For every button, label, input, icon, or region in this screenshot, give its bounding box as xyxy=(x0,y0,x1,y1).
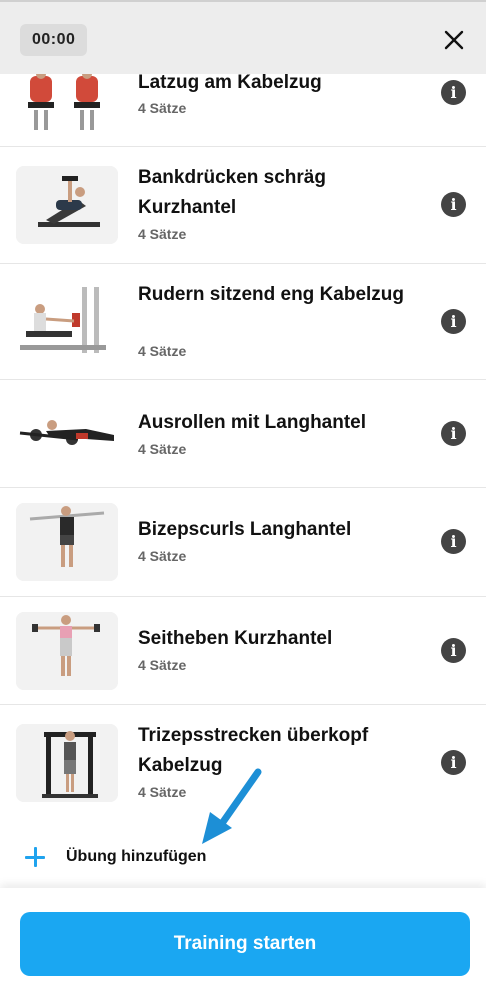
exercise-sets: 4 Sätze xyxy=(138,441,187,457)
add-exercise-button[interactable]: Übung hinzufügen xyxy=(0,835,486,879)
plus-icon xyxy=(24,846,46,868)
exercise-sets: 4 Sätze xyxy=(138,657,187,673)
exercise-row[interactable]: Rudern sitzend eng Kabelzug 4 Sätze i xyxy=(0,264,486,380)
exercise-title: Bizepscurls Langhantel xyxy=(138,519,352,540)
bottom-bar: Training starten xyxy=(0,888,486,994)
exercise-row[interactable]: Bankdrücken schräg Kurzhantel 4 Sätze i xyxy=(0,147,486,264)
exercise-title: Ausrollen mit Langhantel xyxy=(138,412,367,433)
exercise-thumbnail xyxy=(16,724,118,802)
start-training-button[interactable]: Training starten xyxy=(20,912,470,976)
exercise-sets: 4 Sätze xyxy=(138,226,187,242)
exercise-title: Bankdrücken schräg Kurzhantel xyxy=(138,167,326,218)
info-icon[interactable]: i xyxy=(441,80,466,105)
exercise-title: Seitheben Kurzhantel xyxy=(138,628,333,649)
top-bar: 00:00 xyxy=(0,0,486,74)
info-icon[interactable]: i xyxy=(441,309,466,334)
exercise-thumbnail xyxy=(16,166,118,244)
close-icon xyxy=(444,30,464,50)
info-icon[interactable]: i xyxy=(441,192,466,217)
exercise-thumbnail xyxy=(16,283,118,361)
info-icon[interactable]: i xyxy=(441,529,466,554)
info-icon[interactable]: i xyxy=(441,421,466,446)
exercise-row[interactable]: Ausrollen mit Langhantel 4 Sätze i xyxy=(0,380,486,488)
add-exercise-label: Übung hinzufügen xyxy=(66,848,207,865)
exercise-list: Latzug am Kabelzug 4 Sätze i Bankdrücken… xyxy=(0,40,486,833)
exercise-row[interactable]: Seitheben Kurzhantel 4 Sätze i xyxy=(0,597,486,705)
exercise-row[interactable]: Bizepscurls Langhantel 4 Sätze i xyxy=(0,488,486,597)
exercise-title: Rudern sitzend eng Kabelzug xyxy=(138,284,405,305)
close-button[interactable] xyxy=(440,26,468,54)
info-icon[interactable]: i xyxy=(441,750,466,775)
workout-timer: 00:00 xyxy=(20,24,88,56)
exercise-sets: 4 Sätze xyxy=(138,100,187,116)
exercise-sets: 4 Sätze xyxy=(138,548,187,564)
exercise-thumbnail xyxy=(16,503,118,581)
exercise-title: Trizepsstrecken überkopf Kabelzug xyxy=(138,725,369,776)
exercise-thumbnail xyxy=(16,395,118,473)
exercise-thumbnail xyxy=(16,612,118,690)
exercise-thumbnail xyxy=(16,66,118,144)
info-icon[interactable]: i xyxy=(441,638,466,663)
exercise-sets: 4 Sätze xyxy=(138,343,187,359)
exercise-sets: 4 Sätze xyxy=(138,784,187,800)
